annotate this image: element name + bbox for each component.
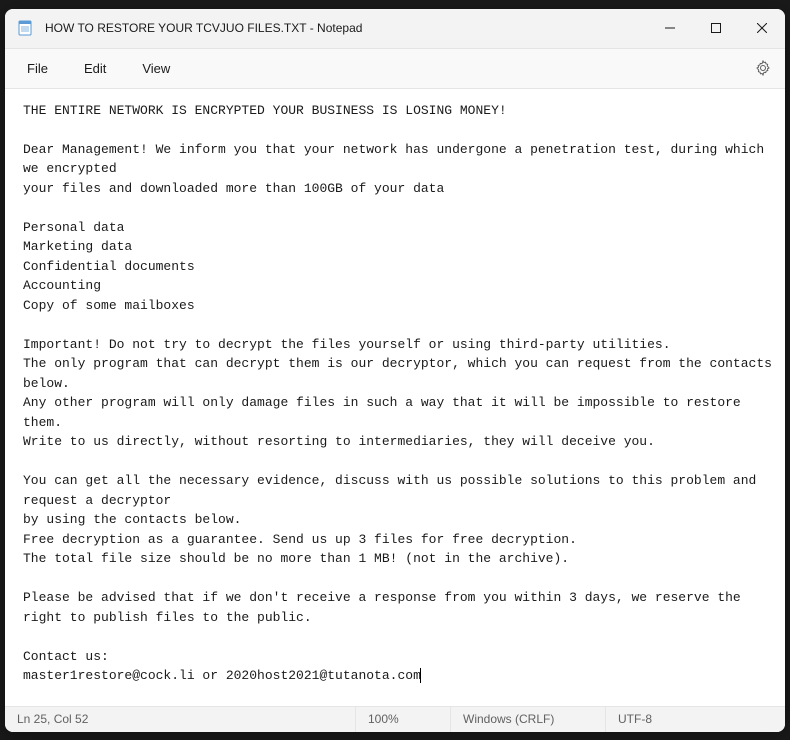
status-line-ending: Windows (CRLF) bbox=[450, 707, 605, 732]
window-controls bbox=[647, 9, 785, 48]
settings-button[interactable] bbox=[749, 54, 777, 82]
maximize-button[interactable] bbox=[693, 9, 739, 48]
titlebar-left: HOW TO RESTORE YOUR TCVJUO FILES.TXT - N… bbox=[5, 20, 362, 36]
editor-content: THE ENTIRE NETWORK IS ENCRYPTED YOUR BUS… bbox=[23, 103, 780, 684]
statusbar: Ln 25, Col 52 100% Windows (CRLF) UTF-8 bbox=[5, 706, 785, 732]
menu-edit[interactable]: Edit bbox=[66, 55, 124, 82]
menubar: File Edit View bbox=[5, 49, 785, 89]
menu-file[interactable]: File bbox=[9, 55, 66, 82]
status-encoding: UTF-8 bbox=[605, 707, 785, 732]
status-cursor-position: Ln 25, Col 52 bbox=[5, 707, 355, 732]
titlebar: HOW TO RESTORE YOUR TCVJUO FILES.TXT - N… bbox=[5, 9, 785, 49]
close-button[interactable] bbox=[739, 9, 785, 48]
notepad-window: HOW TO RESTORE YOUR TCVJUO FILES.TXT - N… bbox=[5, 9, 785, 732]
status-zoom[interactable]: 100% bbox=[355, 707, 450, 732]
gear-icon bbox=[755, 60, 771, 76]
menu-view[interactable]: View bbox=[124, 55, 188, 82]
text-editor[interactable]: THE ENTIRE NETWORK IS ENCRYPTED YOUR BUS… bbox=[5, 89, 785, 706]
notepad-icon bbox=[17, 20, 33, 36]
menu-items: File Edit View bbox=[9, 55, 188, 82]
minimize-button[interactable] bbox=[647, 9, 693, 48]
window-title: HOW TO RESTORE YOUR TCVJUO FILES.TXT - N… bbox=[45, 21, 362, 35]
text-cursor bbox=[420, 668, 421, 683]
